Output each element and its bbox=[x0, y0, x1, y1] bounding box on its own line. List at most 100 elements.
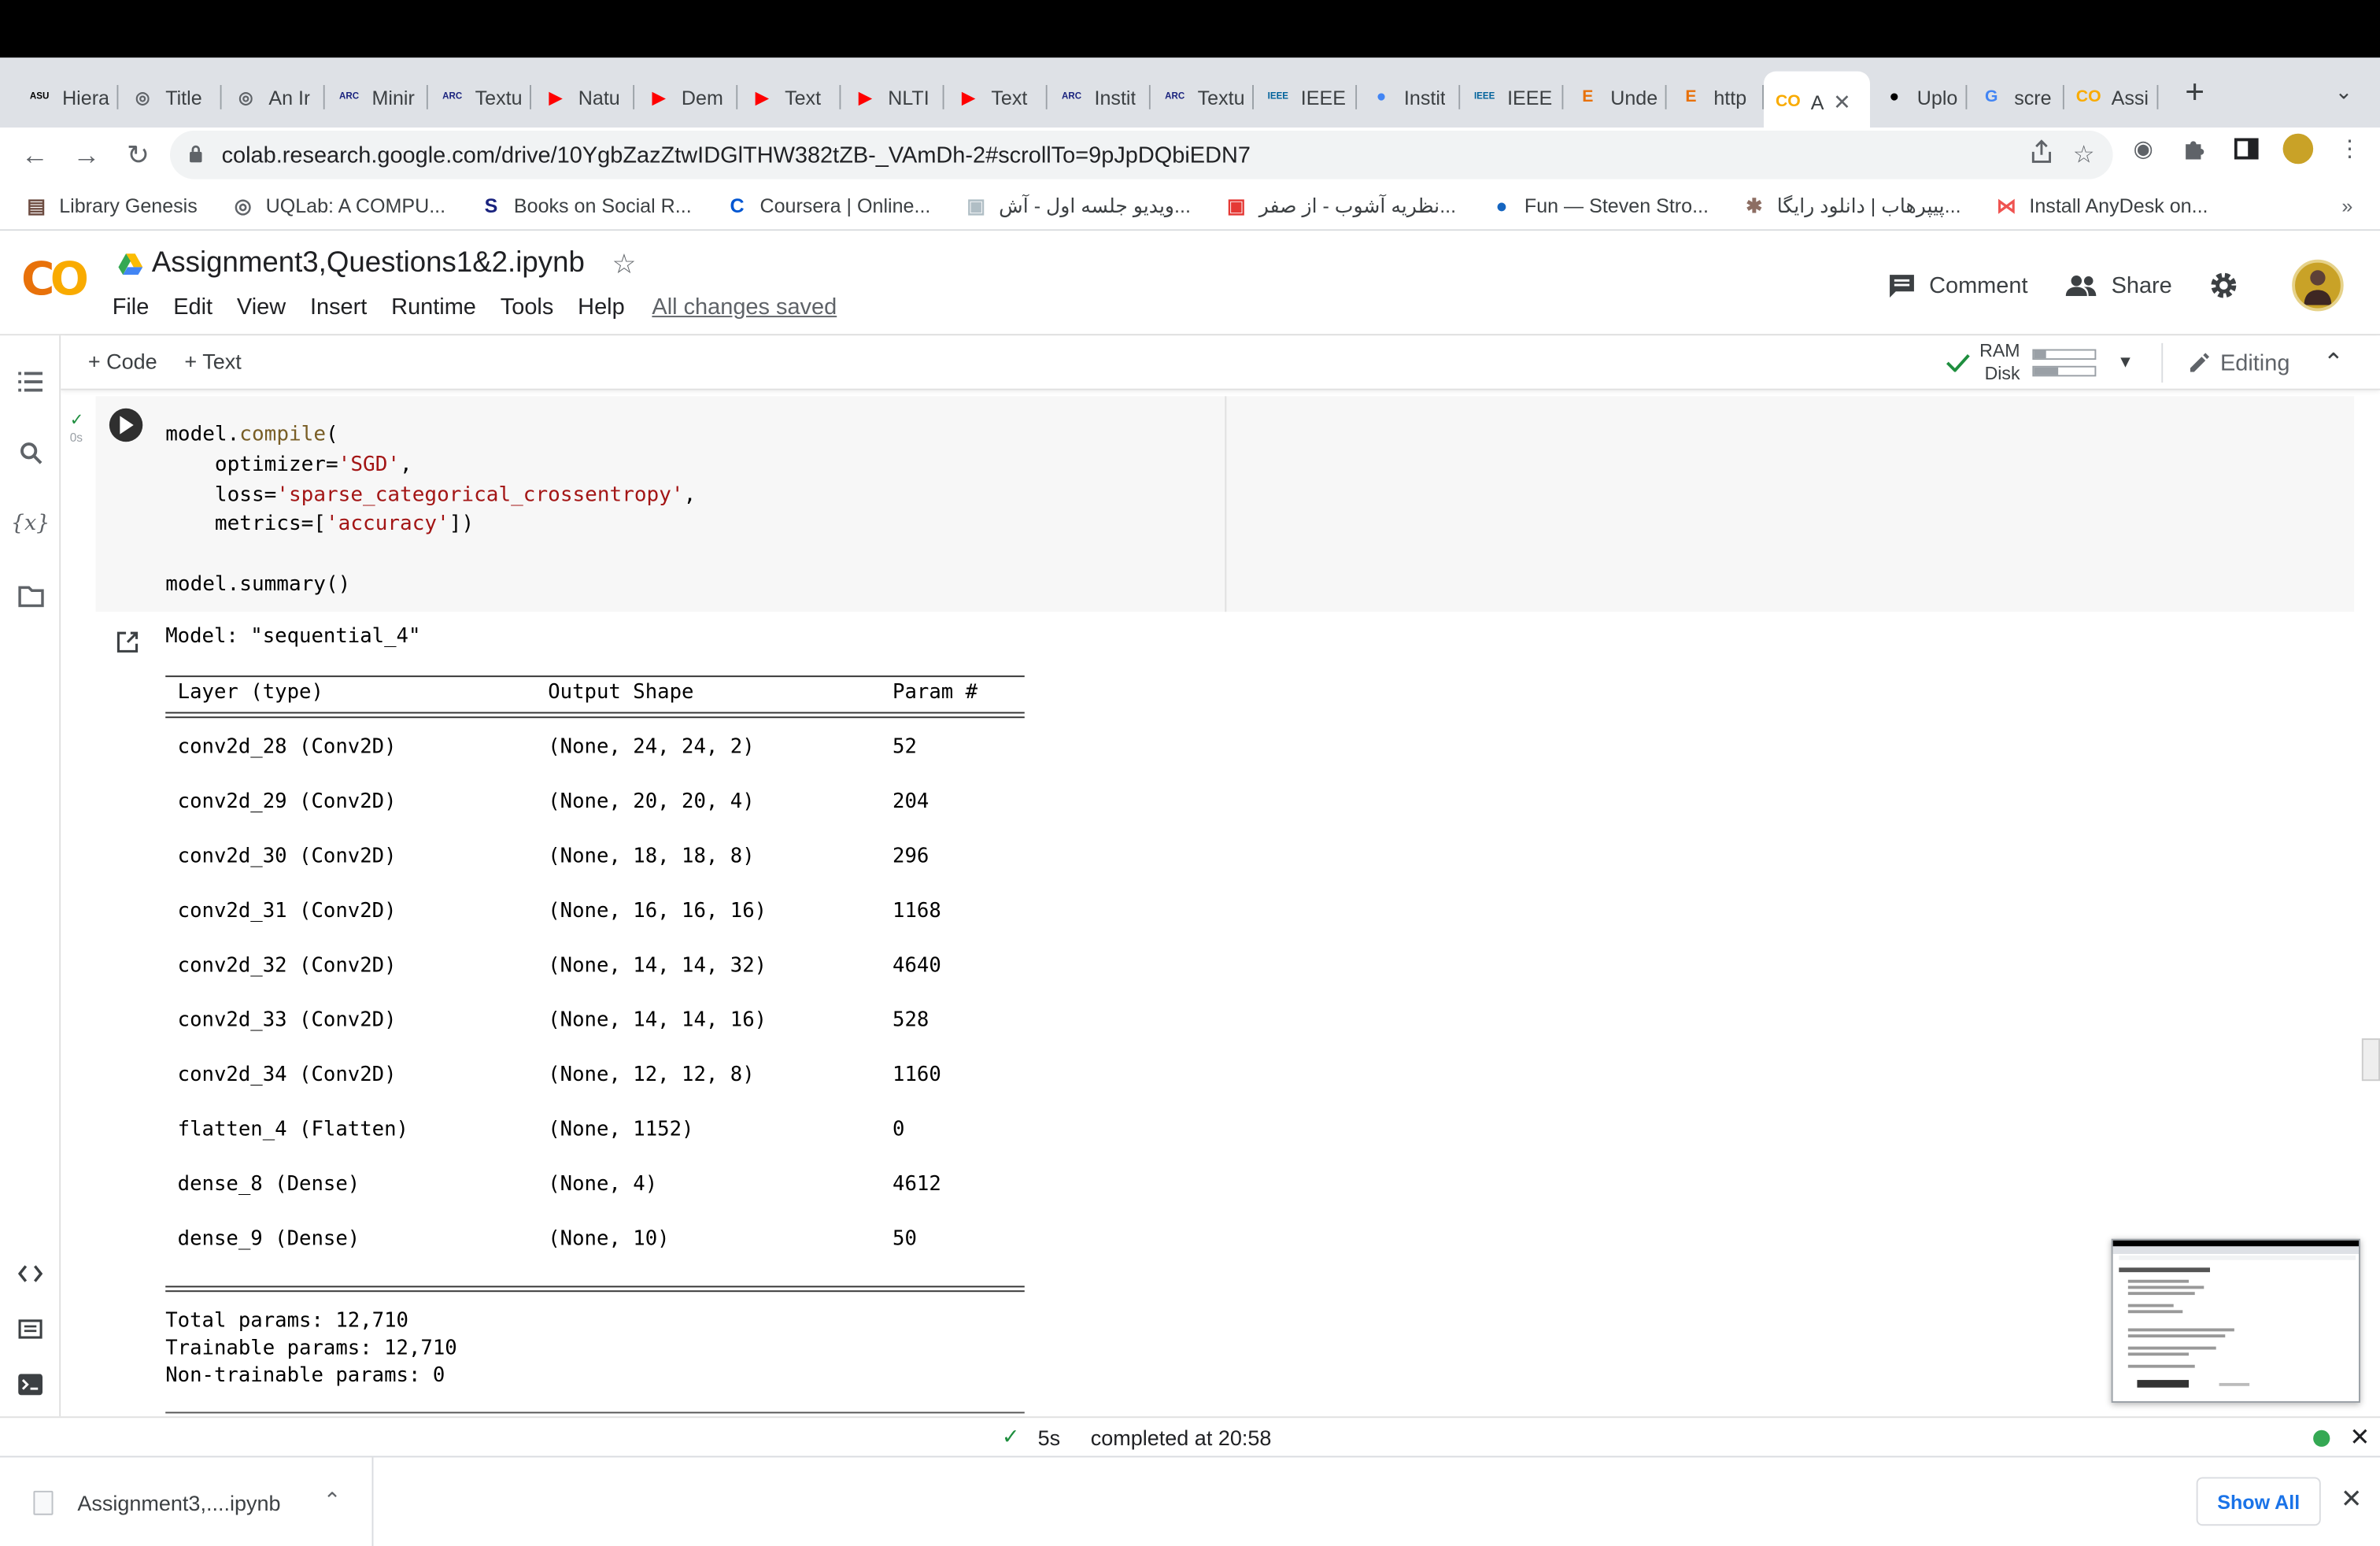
reload-icon[interactable]: ↻ bbox=[113, 134, 164, 176]
browser-tab[interactable]: ▶ Text bbox=[737, 72, 841, 124]
close-downloads-icon[interactable]: ✕ bbox=[2341, 1485, 2362, 1515]
browser-tab[interactable]: ▶ Text bbox=[944, 72, 1048, 124]
browser-tab[interactable]: ARC Instit bbox=[1048, 72, 1151, 124]
save-status-link[interactable]: All changes saved bbox=[652, 294, 837, 320]
variables-icon[interactable]: {x} bbox=[11, 509, 50, 539]
add-code-button[interactable]: + Code bbox=[88, 350, 157, 374]
extensions-puzzle-icon[interactable] bbox=[2179, 134, 2210, 165]
star-notebook-icon[interactable]: ☆ bbox=[612, 248, 637, 279]
user-avatar[interactable] bbox=[2292, 259, 2344, 312]
menu-file[interactable]: File bbox=[113, 294, 150, 320]
top-black-strip bbox=[0, 0, 2380, 58]
param-totals: Total params: 12,710 Trainable params: 12… bbox=[165, 1308, 457, 1390]
comment-button[interactable]: Comment bbox=[1888, 272, 2028, 298]
terminal-icon[interactable] bbox=[15, 1370, 46, 1400]
menu-view[interactable]: View bbox=[237, 294, 286, 320]
files-folder-icon[interactable] bbox=[15, 582, 46, 612]
browser-tab[interactable]: E Unde bbox=[1563, 72, 1667, 124]
back-arrow-icon[interactable]: ← bbox=[9, 134, 61, 176]
bookmark-item[interactable]: ● Fun — Steven Stro... bbox=[1490, 194, 1709, 218]
editing-mode-button[interactable]: Editing bbox=[2187, 350, 2289, 375]
browser-menu-icon[interactable]: ⋮ bbox=[2334, 134, 2365, 165]
browser-tab[interactable]: ◎ An Ir bbox=[222, 72, 325, 124]
browser-tab[interactable]: IEEE IEEE bbox=[1254, 72, 1358, 124]
address-bar[interactable]: colab.research.google.com/drive/10YgbZaz… bbox=[169, 130, 2113, 179]
google-drive-icon[interactable] bbox=[118, 253, 143, 276]
browser-tab[interactable]: ● Uplo bbox=[1870, 72, 1968, 124]
browser-tab[interactable]: ARC Textu bbox=[428, 72, 531, 124]
close-tab-icon[interactable]: ✕ bbox=[1833, 89, 1851, 115]
layer-name: conv2d_29 (Conv2D) bbox=[177, 790, 397, 814]
settings-button[interactable] bbox=[2208, 270, 2252, 301]
screenshot-thumbnail[interactable] bbox=[2111, 1238, 2360, 1403]
show-all-button[interactable]: Show All bbox=[2196, 1477, 2321, 1526]
browser-tab[interactable]: ▶ Natu bbox=[531, 72, 635, 124]
browser-tab[interactable]: ARC Textu bbox=[1151, 72, 1254, 124]
code-token: model. bbox=[165, 422, 240, 446]
bookmark-item[interactable]: ▣ ویدیو جلسه اول - آش... bbox=[964, 194, 1191, 218]
browser-tab[interactable]: ▶ Dem bbox=[634, 72, 738, 124]
bookmark-item[interactable]: S Books on Social R... bbox=[479, 194, 692, 218]
profile-avatar-icon[interactable] bbox=[2282, 133, 2314, 165]
browser-tab[interactable]: ▶ NLTI bbox=[841, 72, 944, 124]
runtime-resources-indicator[interactable]: RAM Disk ▼ bbox=[1946, 340, 2134, 386]
colab-logo-icon[interactable]: CO bbox=[21, 253, 89, 306]
browser-tab[interactable]: Gscre bbox=[1967, 72, 2064, 124]
share-button[interactable]: Share bbox=[2064, 272, 2172, 298]
notebook-title[interactable]: Assignment3,Questions1&2.ipynb bbox=[152, 247, 585, 280]
collapse-header-icon[interactable]: ⌃ bbox=[2323, 348, 2344, 379]
add-text-button[interactable]: + Text bbox=[184, 350, 241, 374]
command-palette-icon[interactable] bbox=[15, 1313, 46, 1344]
tab-title: Dem bbox=[681, 85, 723, 109]
menu-runtime[interactable]: Runtime bbox=[391, 294, 476, 320]
bookmark-star-icon[interactable]: ☆ bbox=[2073, 139, 2095, 171]
bookmark-item[interactable]: ✱ پیپرهاب | دانلود رایگا... bbox=[1742, 194, 1961, 218]
close-status-icon[interactable]: ✕ bbox=[2349, 1422, 2370, 1453]
translate-globe-icon[interactable]: ◉ bbox=[2128, 134, 2159, 165]
menu-edit[interactable]: Edit bbox=[173, 294, 213, 320]
menu-tools[interactable]: Tools bbox=[501, 294, 554, 320]
runtime-dropdown-icon[interactable]: ▼ bbox=[2117, 353, 2134, 372]
code-token: ]) bbox=[449, 512, 475, 537]
url-text: colab.research.google.com/drive/10YgbZaz… bbox=[221, 142, 1251, 168]
browser-tab[interactable]: Ehttp bbox=[1667, 72, 1764, 124]
run-cell-button[interactable] bbox=[109, 408, 143, 442]
code-snippets-icon[interactable] bbox=[15, 1259, 46, 1289]
menu-help[interactable]: Help bbox=[578, 294, 625, 320]
code-editor[interactable]: model.compile( optimizer='SGD', loss='sp… bbox=[165, 420, 696, 601]
bookmark-item[interactable]: C Coursera | Online... bbox=[725, 194, 930, 218]
output-shape: (None, 20, 20, 4) bbox=[548, 790, 755, 814]
layer-name: conv2d_31 (Conv2D) bbox=[177, 900, 397, 923]
scrollbar-thumb[interactable] bbox=[2361, 1038, 2380, 1082]
side-panel-icon[interactable] bbox=[2231, 134, 2262, 165]
tab-search-chevron-icon[interactable]: ⌄ bbox=[2335, 79, 2353, 105]
table-of-contents-icon[interactable] bbox=[15, 366, 46, 397]
bookmark-item[interactable]: ⋈ Install AnyDesk on... bbox=[1994, 194, 2208, 218]
browser-tab[interactable]: ARC Minir bbox=[325, 72, 428, 124]
code-cell[interactable]: model.compile( optimizer='SGD', loss='sp… bbox=[95, 396, 2355, 612]
forward-arrow-icon[interactable]: → bbox=[61, 134, 113, 176]
bookmark-item[interactable]: ▤ Library Genesis bbox=[24, 194, 198, 218]
output-shape: (None, 14, 14, 32) bbox=[548, 955, 767, 978]
bookmarks-overflow-icon[interactable]: » bbox=[2341, 194, 2352, 217]
browser-tab[interactable]: ◎ Title bbox=[118, 72, 222, 124]
download-options-chevron-icon[interactable]: ⌃ bbox=[323, 1488, 342, 1514]
share-page-icon[interactable] bbox=[2031, 139, 2052, 171]
browser-tab[interactable]: ● Instit bbox=[1357, 72, 1461, 124]
bookmark-item[interactable]: ◎ UQLab: A COMPU... bbox=[231, 194, 445, 218]
new-tab-plus-icon[interactable]: + bbox=[2174, 72, 2216, 114]
bookmark-label: پیپرهاب | دانلود رایگا... bbox=[1776, 193, 1961, 216]
output-actions-icon[interactable] bbox=[116, 630, 140, 661]
search-icon[interactable] bbox=[15, 437, 46, 468]
table-row: conv2d_34 (Conv2D) (None, 12, 12, 8) 1160 bbox=[165, 1064, 1025, 1092]
download-item[interactable]: Assignment3,....ipynb ⌃ bbox=[0, 1457, 374, 1546]
image-icon: ▣ bbox=[966, 193, 986, 216]
param-count: 204 bbox=[892, 790, 929, 814]
notebook-menubar: File Edit View Insert Runtime Tools Help All ch… bbox=[113, 294, 861, 320]
browser-tab[interactable]: CO A ✕ bbox=[1763, 71, 1870, 132]
browser-tab[interactable]: IEEE IEEE bbox=[1460, 72, 1564, 124]
bookmark-item[interactable]: ▣ نظریه آشوب - از صفر... bbox=[1224, 194, 1456, 218]
browser-tab[interactable]: ASU Hiera bbox=[15, 72, 119, 124]
menu-insert[interactable]: Insert bbox=[310, 294, 367, 320]
browser-tab[interactable]: CO Assi bbox=[2064, 72, 2159, 124]
